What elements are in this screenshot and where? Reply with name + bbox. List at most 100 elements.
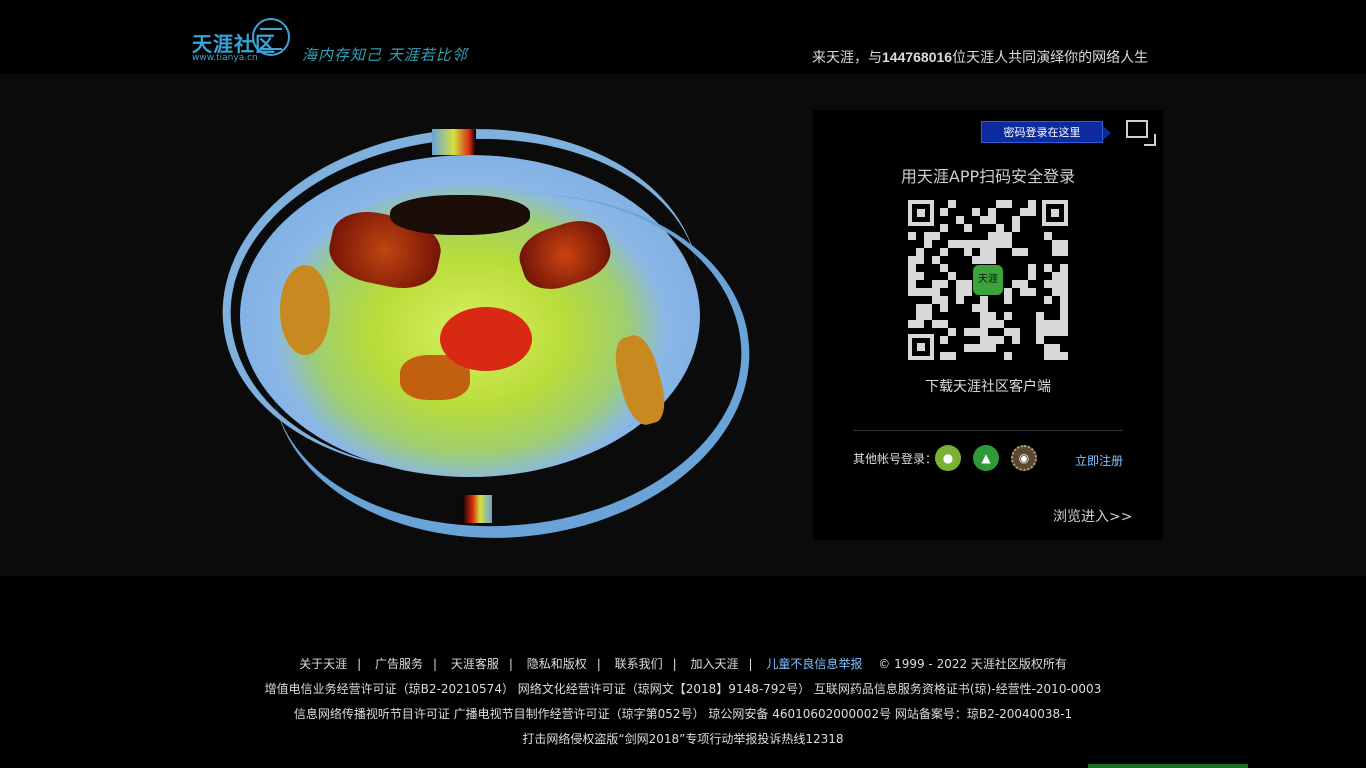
orbit-arc-top-end xyxy=(432,129,476,155)
qr-module xyxy=(932,256,940,264)
qr-module xyxy=(1052,248,1060,256)
qr-module xyxy=(1012,248,1020,256)
qr-module xyxy=(1004,312,1012,320)
qr-module xyxy=(940,224,948,232)
footer-link-report[interactable]: 儿童不良信息举报 xyxy=(766,657,862,671)
qr-module xyxy=(1052,272,1060,280)
qq-icon[interactable]: ▲ xyxy=(973,445,999,471)
qr-module xyxy=(948,272,956,280)
qr-module xyxy=(916,256,924,264)
footer-copyright: © 1999 - 2022 天涯社区版权所有 xyxy=(878,657,1067,671)
browse-enter-link[interactable]: 浏览进入>> xyxy=(1053,506,1132,526)
qr-module xyxy=(956,240,964,248)
qr-module xyxy=(1028,272,1036,280)
qr-module xyxy=(980,256,988,264)
footer-link-ads[interactable]: 广告服务 xyxy=(375,657,423,671)
qr-module xyxy=(932,296,940,304)
qr-login-title: 用天涯APP扫码安全登录 xyxy=(900,167,1076,186)
qr-module xyxy=(1020,288,1028,296)
footer-link-privacy[interactable]: 隐私和版权 xyxy=(527,657,587,671)
qr-module xyxy=(1028,208,1036,216)
qr-module xyxy=(1004,288,1012,296)
qr-module xyxy=(980,216,988,224)
qr-module xyxy=(1012,216,1020,224)
qr-module xyxy=(916,288,924,296)
corner-green-bar xyxy=(1088,764,1248,768)
qr-module xyxy=(940,304,948,312)
qr-module xyxy=(980,296,988,304)
qr-module xyxy=(1044,320,1052,328)
qr-module xyxy=(1004,232,1012,240)
top-bar: 天涯社区 www.tianya.cn 海内存知己 天涯若比邻 来天涯，与1447… xyxy=(0,0,1366,74)
qr-module xyxy=(1036,336,1044,344)
qr-module xyxy=(932,288,940,296)
register-link[interactable]: 立即注册 xyxy=(1075,452,1123,469)
screen-corner xyxy=(1144,134,1156,146)
qr-module xyxy=(932,280,940,288)
qr-module xyxy=(940,280,948,288)
qr-module xyxy=(956,216,964,224)
logo-url-text: www.tianya.cn xyxy=(192,53,258,63)
qr-module xyxy=(924,312,932,320)
qr-module xyxy=(996,232,1004,240)
qr-module xyxy=(1044,296,1052,304)
qr-module xyxy=(988,248,996,256)
weibo-icon[interactable]: ◉ xyxy=(1011,445,1037,471)
qr-module xyxy=(1012,336,1020,344)
footer-separator: | xyxy=(357,657,362,671)
qr-module xyxy=(916,304,924,312)
qr-module xyxy=(1060,272,1068,280)
qr-module xyxy=(972,256,980,264)
qr-module xyxy=(972,344,980,352)
qr-module xyxy=(1028,288,1036,296)
qr-module xyxy=(956,280,964,288)
qr-module xyxy=(964,328,972,336)
qr-finder-top-left xyxy=(908,200,934,226)
qr-module xyxy=(948,352,956,360)
qr-module xyxy=(1044,264,1052,272)
computer-screen-icon[interactable] xyxy=(1126,120,1156,146)
qr-module xyxy=(948,200,956,208)
qr-module xyxy=(908,264,916,272)
qr-module xyxy=(980,328,988,336)
qr-module xyxy=(1004,296,1012,304)
wechat-icon[interactable]: ● xyxy=(935,445,961,471)
user-count: 144768016 xyxy=(882,49,953,65)
other-login-label: 其他帐号登录： xyxy=(853,452,938,466)
qr-module xyxy=(948,328,956,336)
qr-module xyxy=(1060,240,1068,248)
qr-module xyxy=(996,320,1004,328)
footer-separator: | xyxy=(596,657,601,671)
footer-separator: | xyxy=(748,657,753,671)
qr-module xyxy=(980,336,988,344)
qr-module xyxy=(988,240,996,248)
qr-module xyxy=(916,248,924,256)
qr-module xyxy=(964,248,972,256)
download-client-link[interactable]: 下载天涯社区客户端 xyxy=(813,376,1163,396)
qr-module xyxy=(964,280,972,288)
qr-module xyxy=(980,304,988,312)
footer-hotline-line[interactable]: 打击网络侵权盗版“剑网2018”专项行动举报投诉热线12318 xyxy=(0,730,1366,747)
qr-module xyxy=(996,200,1004,208)
qr-module xyxy=(924,232,932,240)
footer-links: 关于天涯 | 广告服务 | 天涯客服 | 隐私和版权 | 联系我们 | 加入天涯 | 儿童不… xyxy=(0,655,1366,672)
qr-code: 天涯 xyxy=(908,200,1068,360)
qr-module xyxy=(1052,320,1060,328)
footer-link-about[interactable]: 关于天涯 xyxy=(299,657,347,671)
footer-separator: | xyxy=(508,657,513,671)
qr-module xyxy=(1012,224,1020,232)
qr-module xyxy=(988,336,996,344)
password-login-tab[interactable]: 密码登录在这里 xyxy=(981,121,1111,143)
qr-module xyxy=(908,272,916,280)
qr-module xyxy=(1060,304,1068,312)
qr-module xyxy=(1044,280,1052,288)
globe-illustration xyxy=(205,105,767,562)
footer-link-contact[interactable]: 联系我们 xyxy=(615,657,663,671)
qr-module xyxy=(1036,328,1044,336)
login-panel: 密码登录在这里 用天涯APP扫码安全登录 天涯 下载天涯社区客户端 其他帐号登录… xyxy=(813,110,1163,540)
tianya-logo[interactable]: 天涯社区 www.tianya.cn xyxy=(192,18,294,64)
footer-link-service[interactable]: 天涯客服 xyxy=(451,657,499,671)
footer-link-join[interactable]: 加入天涯 xyxy=(691,657,739,671)
qr-module xyxy=(1060,320,1068,328)
qr-module xyxy=(1004,200,1012,208)
